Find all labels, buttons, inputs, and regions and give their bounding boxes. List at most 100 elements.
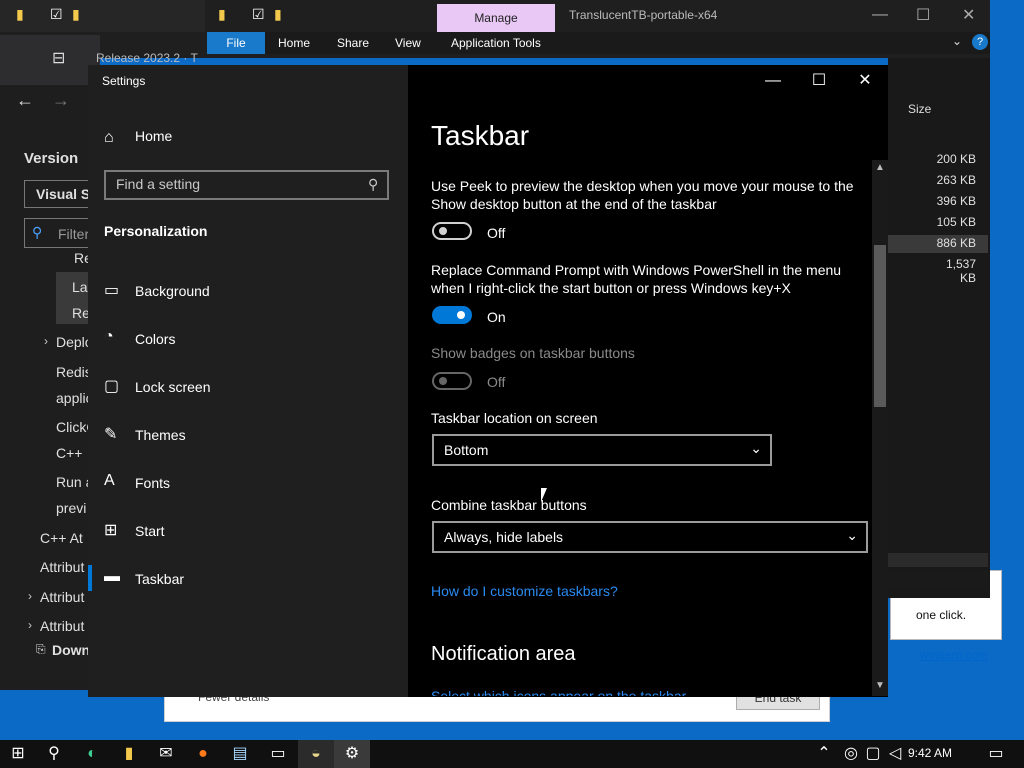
notifications-icon[interactable]: ▭ (978, 740, 1014, 768)
security-icon[interactable]: ◎ (840, 740, 862, 768)
peek-toggle[interactable] (432, 222, 472, 240)
notification-area-heading: Notification area (431, 643, 576, 665)
view-tab[interactable]: View (395, 32, 421, 54)
scroll-down-icon[interactable]: ▼ (872, 680, 888, 694)
file-explorer-icon[interactable]: ▮ (111, 740, 147, 768)
chevron-down-icon: ⌄ (846, 527, 858, 543)
explorer-title: TranslucentTB-portable-x64 (569, 8, 718, 22)
badges-toggle[interactable] (432, 372, 472, 390)
settings-gear-icon[interactable]: ⚙ (334, 740, 370, 768)
maximize-icon[interactable]: ☐ (916, 5, 930, 25)
github-tab-title[interactable]: Release 2023.2 · T (96, 51, 198, 65)
application-tools-tab[interactable]: Application Tools (451, 32, 541, 54)
close-icon: ✕ (858, 72, 872, 89)
new-folder-icon[interactable]: ▮ (72, 6, 80, 23)
minimize-icon[interactable]: — (872, 6, 888, 24)
peek-description-line1: Use Peek to preview the desktop when you… (431, 178, 854, 194)
sidebar-item-background[interactable]: ▭ Background (104, 276, 404, 312)
customize-help-link[interactable]: How do I customize taskbars? (431, 583, 618, 599)
font-icon: A (104, 472, 115, 489)
tree-item[interactable]: La (72, 279, 88, 295)
sidebar-item-label: Background (135, 283, 210, 299)
sidebar-item-themes[interactable]: ✎ Themes (104, 420, 404, 456)
tree-item[interactable]: C++ (56, 445, 82, 461)
location-dropdown[interactable]: Bottom ⌄ (432, 434, 772, 466)
manage-tab[interactable]: Manage (437, 4, 555, 32)
windows-start-icon[interactable]: ⊞ (0, 740, 36, 768)
edge-icon[interactable]: ◐ (74, 740, 110, 768)
combine-dropdown[interactable]: Always, hide labels ⌄ (432, 521, 868, 553)
computer-icon[interactable]: ▭ (260, 740, 296, 768)
chevron-right-icon[interactable]: › (44, 334, 48, 348)
powershell-toggle[interactable] (432, 306, 472, 324)
sidebar-item-colors[interactable]: ◔ Colors (104, 324, 404, 360)
palette-icon: ◔ (104, 328, 114, 345)
scroll-up-icon[interactable]: ▲ (872, 162, 888, 176)
sidebar-item-start[interactable]: ⊞ Start (104, 516, 404, 552)
search-icon[interactable]: ⚲ (36, 740, 72, 768)
version-value: Visual S (36, 186, 91, 202)
filter-icon: ⚲ (32, 224, 43, 240)
mail-icon[interactable]: ✉ (148, 740, 184, 768)
folder-icon[interactable]: ▮ (16, 6, 24, 23)
notification-icons-link[interactable]: Select which icons appear on the taskbar (431, 688, 686, 696)
file-tab[interactable]: File (207, 32, 265, 54)
minimize-button[interactable]: — (750, 68, 796, 94)
tree-item[interactable]: Attribut (40, 559, 84, 575)
chevron-right-icon[interactable]: › (28, 589, 32, 603)
chevron-down-icon[interactable]: ⌄ (952, 34, 962, 48)
location-value: Bottom (444, 442, 489, 458)
sidebar-item-fonts[interactable]: A Fonts (104, 468, 404, 504)
chevron-up-icon[interactable]: ⌃ (812, 740, 836, 768)
chevron-right-icon[interactable]: › (28, 618, 32, 632)
scroll-thumb[interactable] (874, 245, 886, 407)
toggle-knob (439, 227, 447, 235)
properties-icon[interactable]: ☑ (50, 6, 63, 23)
maximize-button[interactable]: ☐ (796, 68, 842, 94)
properties-icon[interactable]: ☑ (252, 6, 265, 23)
powershell-description-line1: Replace Command Prompt with Windows Powe… (431, 262, 842, 278)
search-placeholder: Find a setting (116, 176, 201, 192)
taskbar-icon: ▬ (104, 568, 120, 585)
home-tab[interactable]: Home (278, 32, 310, 54)
share-tab[interactable]: Share (337, 32, 369, 54)
winaero-link[interactable]: winaero.com (920, 648, 988, 662)
combine-value: Always, hide labels (444, 529, 564, 545)
search-icon[interactable]: ⚲ (368, 176, 378, 193)
help-icon[interactable]: ? (972, 34, 988, 50)
close-icon[interactable]: ✕ (962, 5, 975, 25)
size-column-header[interactable]: Size (908, 102, 931, 116)
sidebar-item-taskbar[interactable]: ▬ Taskbar (104, 564, 404, 600)
settings-scrollbar[interactable] (872, 160, 888, 696)
archive-icon[interactable]: ⊟ (52, 48, 65, 68)
folder-icon[interactable]: ▮ (218, 6, 226, 23)
notepad-icon[interactable]: ▤ (222, 740, 258, 768)
download-button[interactable]: Down (52, 642, 90, 658)
firefox-icon[interactable]: ● (185, 740, 221, 768)
chevron-down-icon: ⌄ (750, 440, 762, 456)
powershell-toggle-state: On (487, 309, 506, 325)
page-title: Taskbar (431, 120, 530, 151)
filter-placeholder: Filter (58, 226, 90, 242)
version-heading: Version (24, 150, 79, 167)
mouse-cursor (541, 488, 547, 502)
tree-item[interactable]: previ (56, 500, 86, 516)
back-arrow-icon[interactable]: ← (16, 90, 34, 111)
tree-item[interactable]: Redis (56, 364, 92, 380)
new-folder-icon[interactable]: ▮ (274, 6, 282, 23)
tree-item[interactable]: Attribut (40, 589, 84, 605)
tree-item[interactable]: Attribut (40, 618, 84, 634)
ribbon (207, 32, 990, 54)
sidebar-item-lock-screen[interactable]: ▢ Lock screen (104, 372, 404, 408)
download-icon[interactable]: ⎘ (36, 642, 46, 657)
app-icon[interactable]: ◒ (298, 740, 334, 768)
winaero-text: one click. (916, 608, 967, 622)
network-icon[interactable]: ▢ (862, 740, 884, 768)
forward-arrow-icon[interactable]: → (52, 90, 70, 111)
horizontal-scrollbar[interactable] (888, 553, 988, 567)
clock[interactable]: 9:42 AM (908, 746, 952, 760)
close-button[interactable]: ✕ (842, 68, 888, 94)
nav-home[interactable]: Home (135, 128, 172, 144)
volume-muted-icon[interactable]: ◁ (884, 740, 906, 768)
tree-item[interactable]: C++ At (40, 530, 83, 546)
